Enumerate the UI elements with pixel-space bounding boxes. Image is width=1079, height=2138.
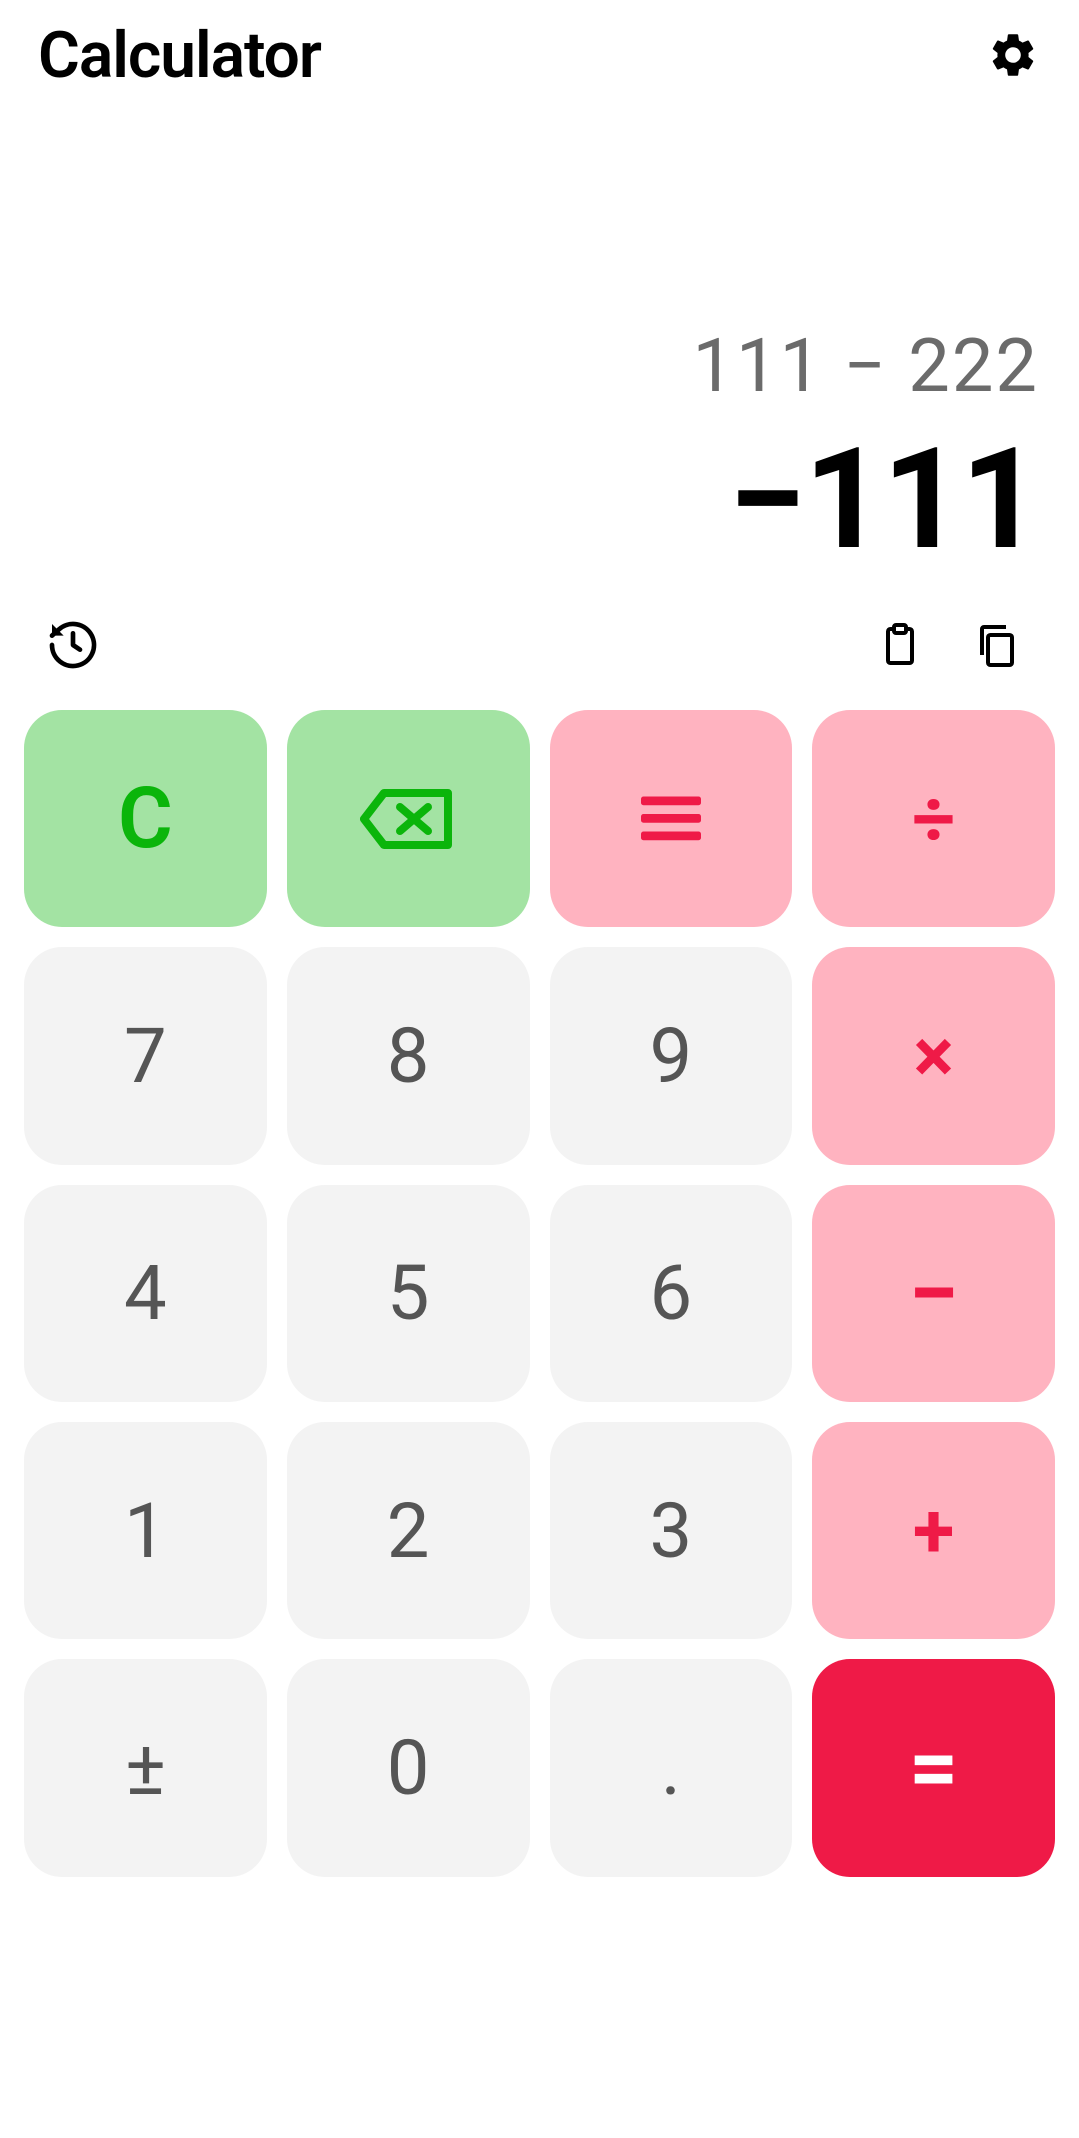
decimal-label: .: [661, 1723, 681, 1813]
digit-5-label: 5: [387, 1248, 430, 1338]
digit-7-label: 7: [124, 1011, 167, 1101]
clear-label: C: [118, 769, 173, 868]
expression-text: 111 − 222: [40, 323, 1039, 410]
digit-6-button[interactable]: 6: [550, 1185, 793, 1402]
plusminus-button[interactable]: ±: [24, 1659, 267, 1876]
copy-button[interactable]: [968, 617, 1024, 673]
minus-button[interactable]: −: [812, 1185, 1055, 1402]
digit-1-button[interactable]: 1: [24, 1422, 267, 1639]
history-button[interactable]: [45, 617, 101, 673]
digit-3-button[interactable]: 3: [550, 1422, 793, 1639]
plus-label: +: [913, 1486, 954, 1576]
equals-button[interactable]: =: [812, 1659, 1055, 1876]
toolbar-left: [45, 617, 101, 673]
multiply-button[interactable]: ×: [812, 947, 1055, 1164]
gear-icon: [987, 29, 1039, 81]
digit-2-button[interactable]: 2: [287, 1422, 530, 1639]
menu-icon: [641, 795, 701, 843]
digit-0-label: 0: [387, 1723, 430, 1813]
equals-label: =: [909, 1717, 958, 1818]
history-icon: [45, 617, 101, 673]
digit-9-button[interactable]: 9: [550, 947, 793, 1164]
toolbar: [0, 590, 1079, 710]
digit-6-label: 6: [650, 1248, 693, 1338]
backspace-icon: [360, 784, 456, 854]
decimal-button[interactable]: .: [550, 1659, 793, 1876]
digit-9-label: 9: [650, 1011, 693, 1101]
minus-label: −: [909, 1241, 959, 1346]
toolbar-right: [872, 617, 1024, 673]
digit-7-button[interactable]: 7: [24, 947, 267, 1164]
keypad: C ÷ 7 8 9 × 4 5 6 −: [0, 710, 1079, 2138]
copy-icon: [972, 621, 1020, 669]
multiply-label: ×: [913, 1011, 953, 1101]
plusminus-label: ±: [125, 1723, 166, 1813]
divide-label: ÷: [912, 774, 955, 864]
digit-3-label: 3: [650, 1486, 693, 1576]
digit-8-label: 8: [387, 1011, 430, 1101]
digit-5-button[interactable]: 5: [287, 1185, 530, 1402]
plus-button[interactable]: +: [812, 1422, 1055, 1639]
settings-button[interactable]: [985, 27, 1041, 83]
paste-button[interactable]: [872, 617, 928, 673]
backspace-button[interactable]: [287, 710, 530, 927]
digit-1-label: 1: [124, 1486, 167, 1576]
app-title: Calculator: [38, 18, 321, 93]
digit-4-label: 4: [124, 1248, 167, 1338]
clear-button[interactable]: C: [24, 710, 267, 927]
digit-8-button[interactable]: 8: [287, 947, 530, 1164]
clipboard-icon: [876, 621, 924, 669]
header: Calculator: [0, 0, 1079, 100]
menu-button[interactable]: [550, 710, 793, 927]
result-text: −111: [40, 430, 1039, 570]
display-area: 111 − 222 −111: [0, 100, 1079, 590]
digit-4-button[interactable]: 4: [24, 1185, 267, 1402]
digit-2-label: 2: [387, 1486, 430, 1576]
divide-button[interactable]: ÷: [812, 710, 1055, 927]
digit-0-button[interactable]: 0: [287, 1659, 530, 1876]
